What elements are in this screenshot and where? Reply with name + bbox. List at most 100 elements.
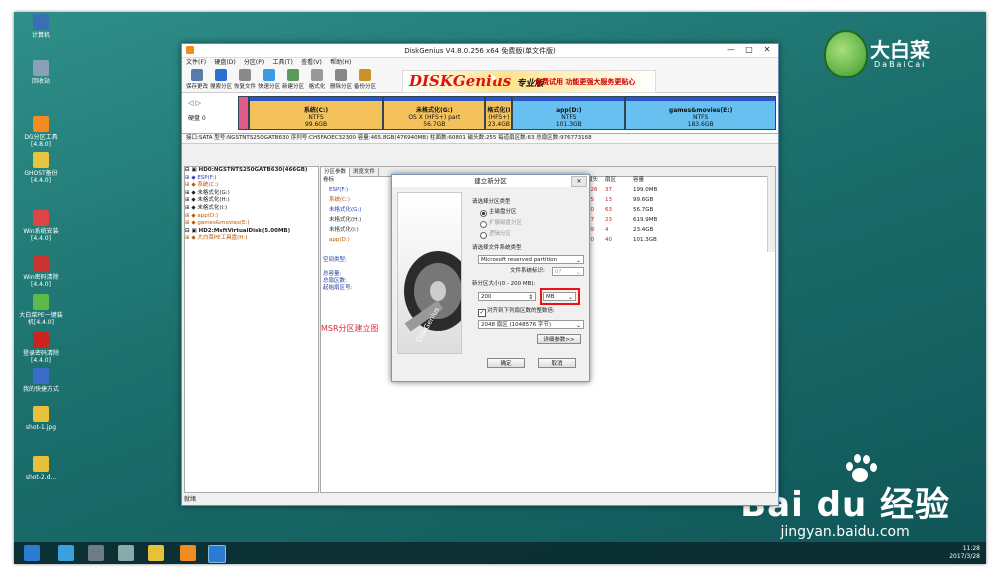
type-extended-label: 扩展磁盘分区 [489,220,523,226]
toolbar-button[interactable]: 备份分区 [354,69,376,90]
toolbar-button[interactable]: 保存更改 [186,69,208,90]
cell-capacity: 23.4GB [633,227,654,233]
minimize-button[interactable]: — [722,44,740,56]
partition-block[interactable]: 未格式化(G:) OS X (HFS+) part 56.7GB [383,96,486,130]
toolbar-icon [335,69,347,81]
toolbar-label: 格式化 [308,84,326,90]
table-scrollbar[interactable] [767,176,775,252]
close-button[interactable]: ✕ [758,44,776,56]
ok-button[interactable]: 确定 [487,358,525,368]
advanced-params-button[interactable]: 详细参数>> [537,334,581,344]
menu-tools[interactable]: 工具(T) [272,58,292,68]
toolbar-icon [287,69,299,81]
toolbar-label: 新建分区 [282,84,305,90]
desktop-icon[interactable]: DG分区工具[4.8.0] [18,116,64,148]
desktop-icon[interactable]: shot-1.jpg [18,406,64,431]
app-shortcut-icon [33,456,49,472]
toolbar-icon [311,69,323,81]
tree-item[interactable]: ⊞ ◆ games&movies(E:) [185,220,318,228]
cell-label: 未格式化(I:) [329,227,359,233]
toolbar-button[interactable]: 格式化 [306,69,328,90]
desktop-icon[interactable]: 登录密码清除[4.4.0] [18,332,64,364]
menu-file[interactable]: 文件(F) [186,58,206,68]
hard-disk-image: DiskGenius [397,192,472,354]
partition-block[interactable]: games&movies(E:) NTFS 183.6GB [625,96,776,130]
partition-size: 99.6GB [304,121,328,128]
menu-help[interactable]: 帮助(H) [330,58,351,68]
toolbar-icon [239,69,251,81]
tree-item[interactable]: ⊞ ◆ 大白菜PE工具盘(H:) [185,235,318,243]
dialog-close-button[interactable]: ✕ [571,176,587,187]
partition-block[interactable]: 格式化(I (HFS+) 23.4GB [485,96,513,130]
size-input[interactable]: 200 ⇕ [478,292,536,301]
start-button[interactable] [24,545,40,561]
fs-heading: 请选择文件系统类型 [472,245,522,251]
tree-item[interactable]: ⊞ ◆ 未格式化(I:) [185,205,318,213]
col-capacity: 容量 [633,177,645,183]
toolbar-button[interactable]: 删除分区 [330,69,352,90]
partition-name: 系统(C:) [303,107,329,114]
size-label: 新分区大小(0 - 200 MB): [472,281,536,287]
tree-item[interactable]: ⊞ ◆ 未格式化(H:) [185,197,318,205]
toolbar-button[interactable]: 快速分区 [258,69,280,90]
tree-item[interactable]: ⊞ ◆ 系统(C:) [185,182,318,190]
menu-bar: 文件(F) 硬盘(D) 分区(P) 工具(T) 查看(V) 帮助(H) [182,58,778,68]
partition-esp-block[interactable] [238,96,249,130]
maximize-button[interactable]: □ [740,44,758,56]
menu-disk[interactable]: 硬盘(D) [214,58,235,68]
cabbage-icon [824,30,868,78]
type-heading: 请选择分区类型 [472,199,511,205]
disk-nav-arrows[interactable]: ◁ ▷ [188,99,201,107]
app-shortcut-icon [33,332,49,348]
taskbar-item-2[interactable] [88,545,104,561]
unit-highlight [540,288,580,305]
partition-block[interactable]: app(D:) NTFS 101.3GB [512,96,626,130]
desktop-icon-label: Win密码清除[4.4.0] [23,274,59,288]
taskbar-item-3[interactable] [118,545,134,561]
desktop-icon[interactable]: 大白菜PE一键装机[4.4.0] [18,294,64,326]
toolbar-icon [191,69,203,81]
tree-item[interactable]: ⊞ ◆ app(D:) [185,213,318,221]
taskbar-item-1[interactable] [58,545,74,561]
window-titlebar[interactable]: DiskGenius V4.8.0.256 x64 免费版(单文件版) — □ … [182,44,778,58]
app-shortcut-icon [33,60,49,76]
desktop-icon-label: 回收站 [31,78,50,85]
desktop-icon[interactable]: GHOST备份[4.4.0] [18,152,64,184]
clock-time: 11:28 [962,545,980,552]
ad-banner[interactable]: DISKGenius 专业版 免费试用 功能更强大服务更贴心 [402,70,656,93]
partition-name: 格式化(I [487,107,511,114]
stepper-icon[interactable]: ⇕ [528,293,533,300]
taskbar-item-5[interactable] [180,545,196,561]
radio-extended[interactable] [480,221,487,228]
taskbar-item-diskgenius[interactable] [208,545,226,563]
desktop-icon-label: shot-2.d... [25,474,57,481]
toolbar-button[interactable]: 恢复文件 [234,69,256,90]
desktop-icon-label: 大白菜PE一键装机[4.4.0] [19,312,63,326]
partition-size: 183.6GB [687,121,714,128]
desktop-icon[interactable]: 回收站 [18,60,64,85]
align-select[interactable]: 2048 扇区 (1048576 字节) ⌄ [478,320,584,329]
desktop-icon[interactable]: 我的快捷方式 [18,368,64,393]
dialog-titlebar[interactable]: 建立新分区 ✕ [392,175,589,187]
radio-logical[interactable] [480,232,487,239]
desktop-icon-label: Win系统安装[4.4.0] [23,228,59,242]
taskbar-item-4[interactable] [148,545,164,561]
fs-id-select[interactable]: 0? ⌄ [552,267,584,276]
partition-details: 空间类型: 总容量: 总扇区数: 起始扇区号: [323,257,352,292]
align-checkbox[interactable]: ✓ [478,309,486,317]
desktop-icon[interactable]: Win系统安装[4.4.0] [18,210,64,242]
tree-item[interactable]: ⊟ ▣ HD0:NGSTNTS250GATB630(466GB) [185,167,318,175]
menu-partition[interactable]: 分区(P) [244,58,264,68]
cancel-button[interactable]: 取消 [538,358,576,368]
desktop-icon[interactable]: Win密码清除[4.4.0] [18,256,64,288]
toolbar-button[interactable]: 新建分区 [282,69,304,90]
desktop-icon-label: GHOST备份[4.4.0] [24,170,58,184]
menu-view[interactable]: 查看(V) [301,58,322,68]
fs-type-select[interactable]: Microsoft reserved partition ⌄ [478,255,584,264]
desktop-icon[interactable]: 计算机 [18,14,64,39]
toolbar-button[interactable]: 搜索分区 [210,69,232,90]
radio-primary[interactable] [480,210,487,217]
desktop-icon[interactable]: shot-2.d... [18,456,64,481]
partition-block[interactable]: 系统(C:) NTFS 99.6GB [248,96,384,130]
desktop-icon-label: 登录密码清除[4.4.0] [22,350,59,364]
